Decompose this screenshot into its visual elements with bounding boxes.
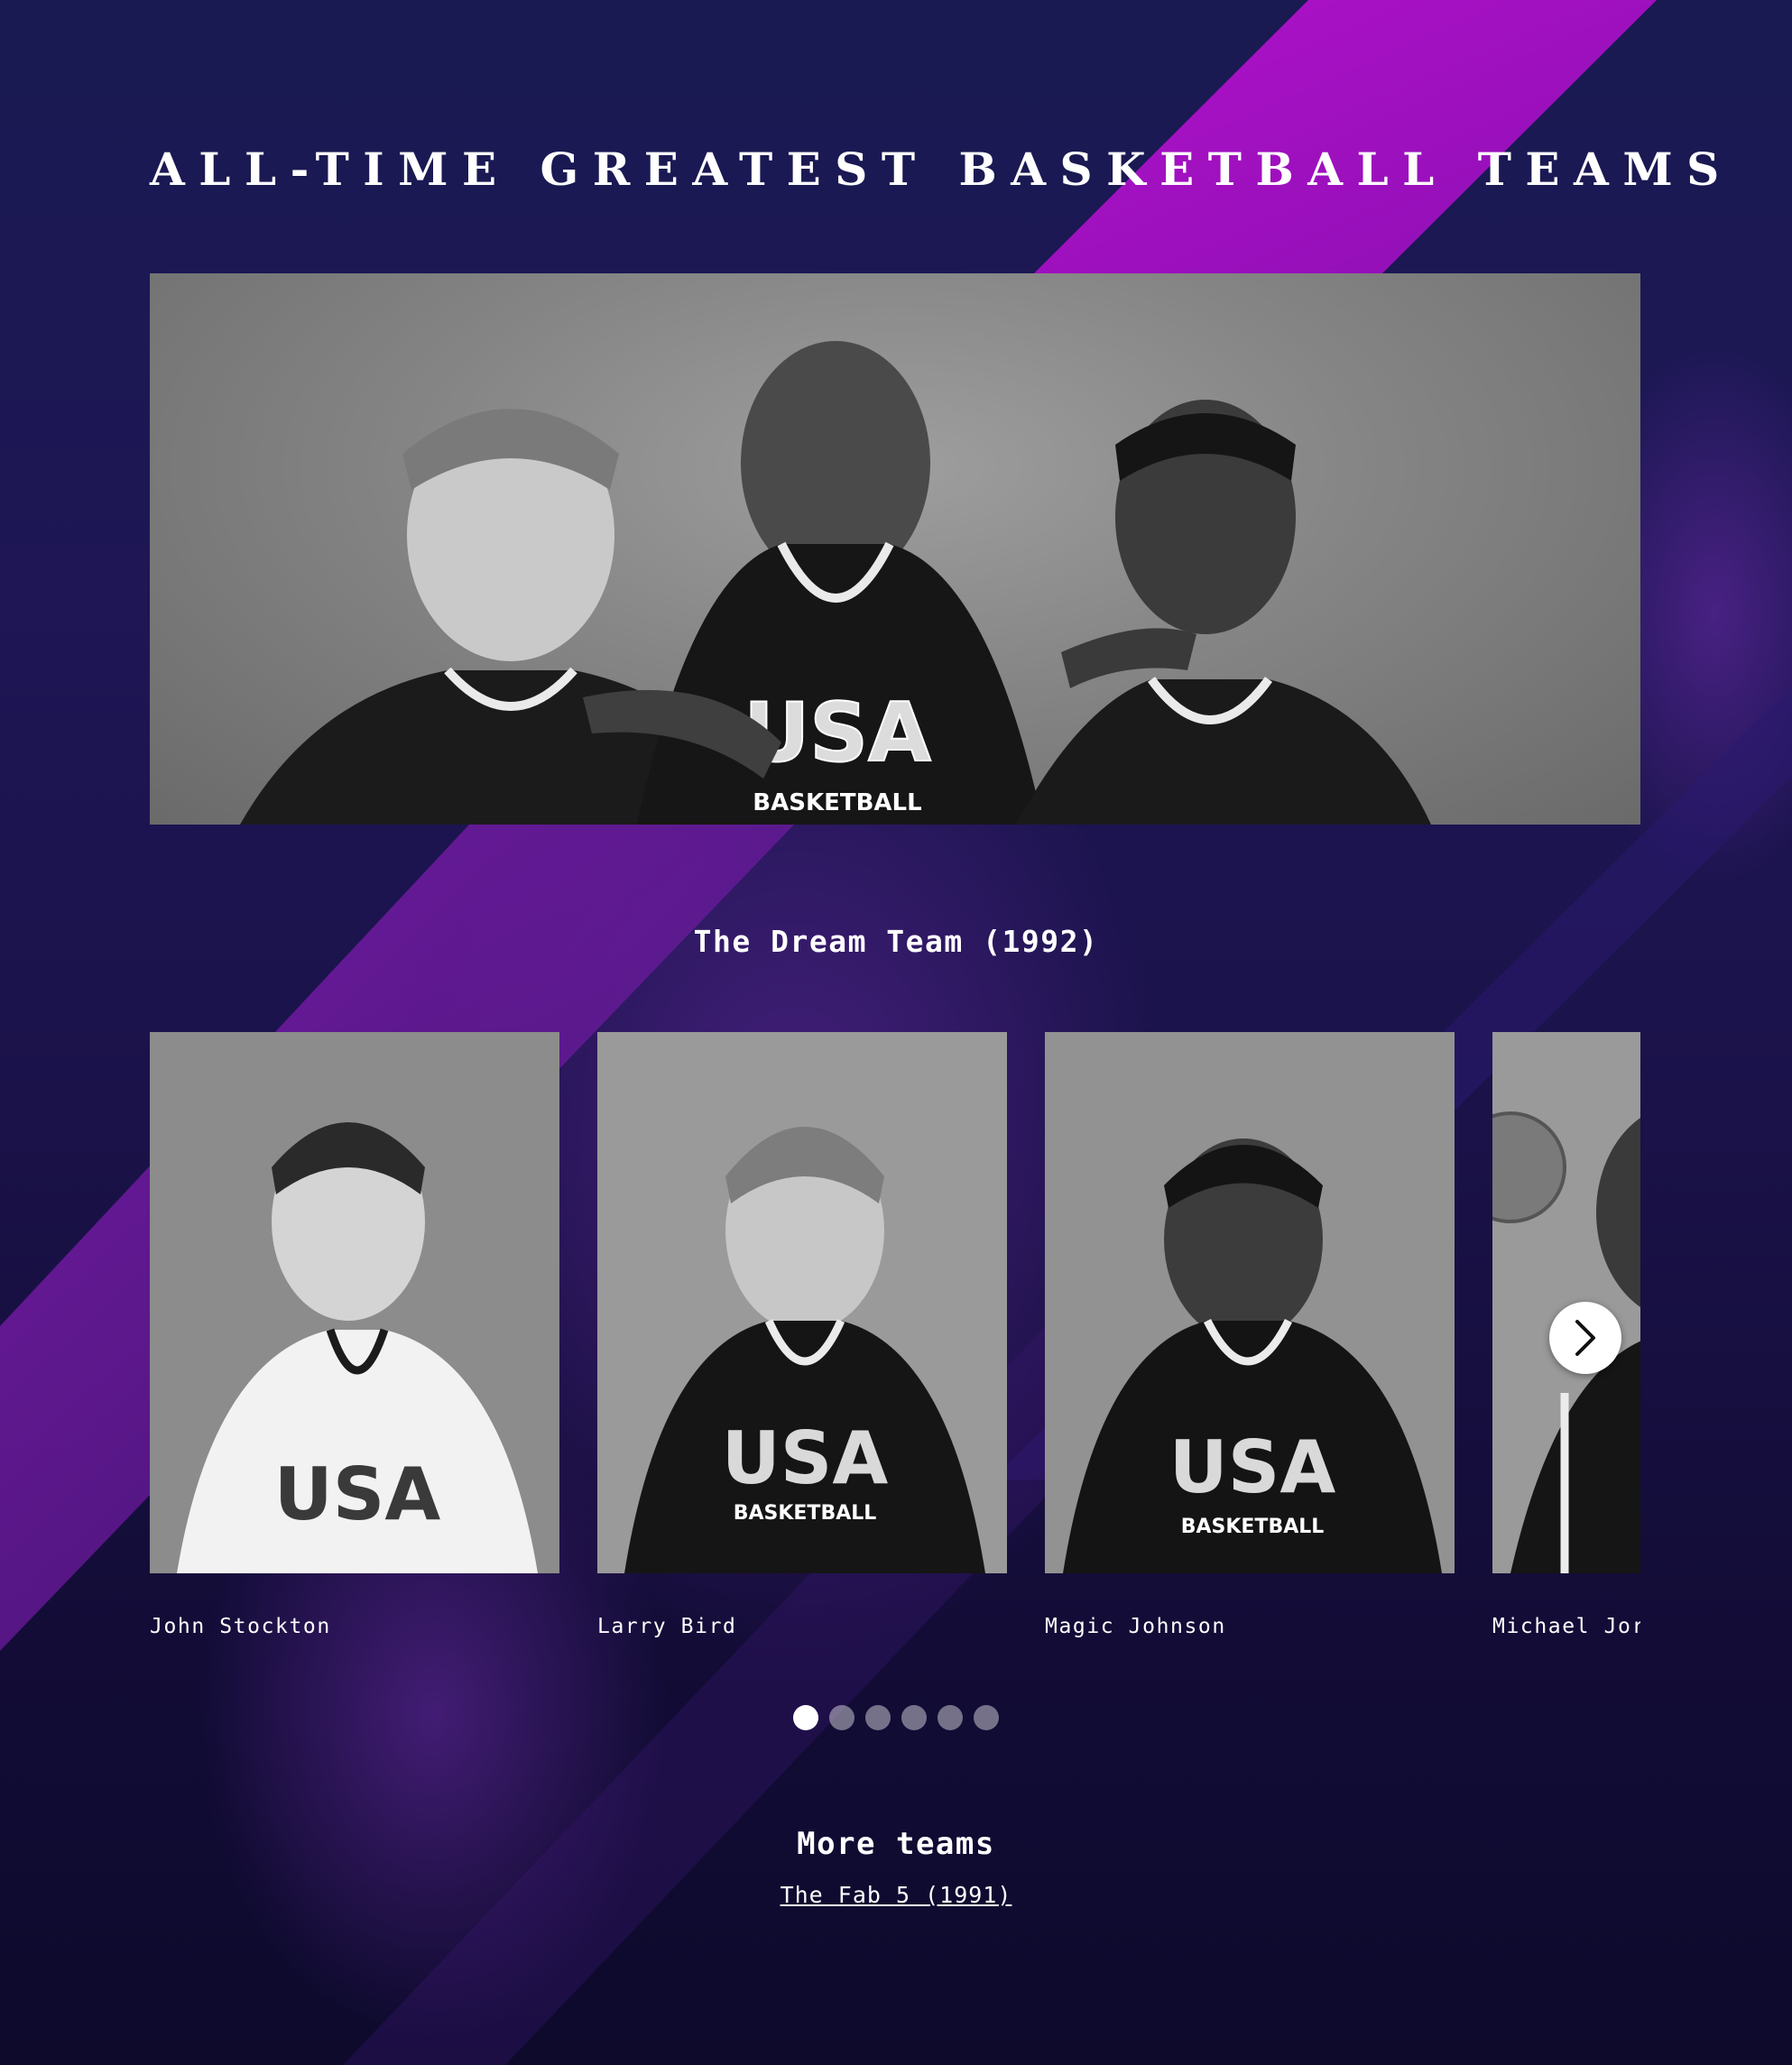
player-photo: USA BASKETBALL (1045, 1032, 1455, 1573)
player-carousel: USA John Stockton USA BASKETBALL Larry B… (150, 1032, 1640, 1646)
team-link-fab-5[interactable]: The Fab 5 (1991) (781, 1882, 1012, 1908)
player-card[interactable]: Michael Jordan (1492, 1032, 1640, 1638)
more-teams-links: The Fab 5 (1991) (0, 1882, 1792, 1908)
player-photo-illustration: USA BASKETBALL (1045, 1032, 1455, 1573)
carousel-pagination (0, 1705, 1792, 1730)
carousel-next-button[interactable] (1549, 1302, 1621, 1374)
chevron-right-icon (1575, 1320, 1595, 1356)
player-jersey-text: USA (274, 1452, 441, 1536)
player-name: Magic Johnson (1045, 1615, 1226, 1638)
player-jersey-text: USA (1169, 1425, 1336, 1509)
carousel-dot[interactable] (938, 1705, 963, 1730)
player-jersey-subtext: BASKETBALL (734, 1502, 877, 1525)
page-title: ALL-TIME GREATEST BASKETBALL TEAMS (150, 143, 1733, 196)
player-photo: USA BASKETBALL (597, 1032, 1007, 1573)
player-name: John Stockton (150, 1615, 331, 1638)
carousel-dot[interactable] (793, 1705, 818, 1730)
player-photo (1492, 1032, 1640, 1573)
player-jersey-subtext: BASKETBALL (1181, 1516, 1325, 1538)
player-card[interactable]: USA John Stockton (150, 1032, 559, 1638)
carousel-dot[interactable] (829, 1705, 854, 1730)
carousel-dot[interactable] (901, 1705, 927, 1730)
hero-jersey-subtext: BASKETBALL (753, 789, 921, 816)
hero-players-illustration: USA BASKETBALL (240, 341, 1431, 825)
player-photo-illustration: USA BASKETBALL (597, 1032, 1007, 1573)
player-photo: USA (150, 1032, 559, 1573)
player-card[interactable]: USA BASKETBALL Magic Johnson (1045, 1032, 1455, 1638)
player-card[interactable]: USA BASKETBALL Larry Bird (597, 1032, 1007, 1638)
player-name: Larry Bird (597, 1615, 737, 1638)
team-name: The Dream Team (1992) (693, 924, 1099, 959)
player-jersey-text: USA (722, 1416, 889, 1500)
hero-image: USA BASKETBALL (150, 273, 1640, 825)
player-name: Michael Jordan (1492, 1615, 1640, 1638)
player-photo-illustration: USA (150, 1032, 559, 1573)
more-teams-heading: More teams (797, 1826, 995, 1862)
player-photo-illustration (1492, 1032, 1640, 1573)
hero-jersey-text: USA (744, 686, 931, 780)
carousel-dot[interactable] (865, 1705, 891, 1730)
carousel-dot[interactable] (974, 1705, 999, 1730)
